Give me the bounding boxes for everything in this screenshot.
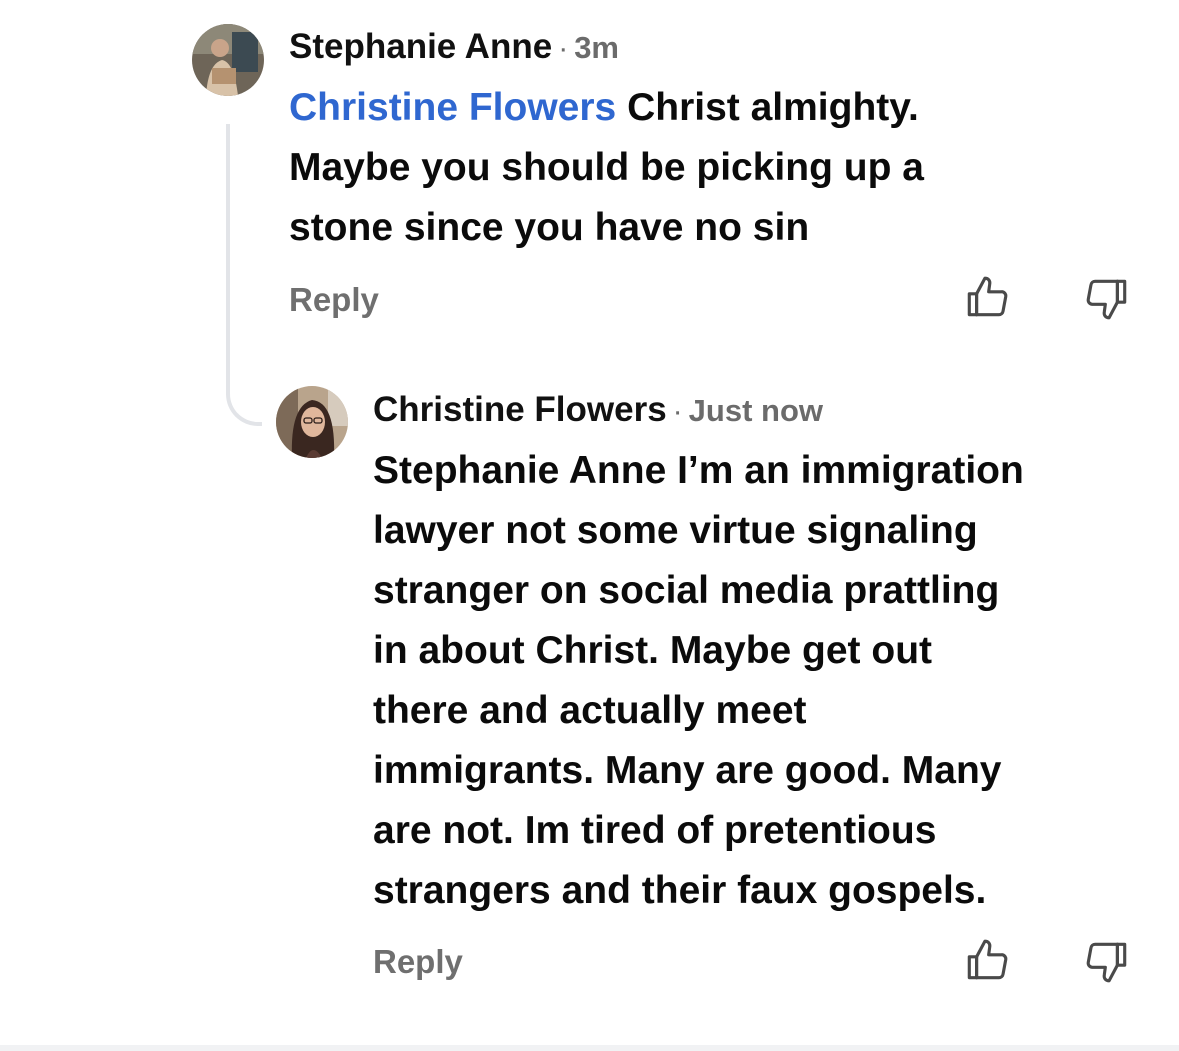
- meta-separator: ·: [672, 395, 683, 428]
- comment-meta: Stephanie Anne · 3m: [289, 29, 619, 64]
- avatar-stephanie-anne[interactable]: [192, 24, 264, 96]
- comment-body: Christine Flowers Christ almighty. Maybe…: [289, 78, 1149, 258]
- thumbs-down-icon[interactable]: [1082, 273, 1132, 323]
- comment-text-line: Maybe you should be picking up a: [289, 146, 924, 189]
- comment-text-line: in about Christ. Maybe get out: [373, 629, 933, 672]
- comment-text-line: are not. Im tired of pretentious: [373, 809, 937, 852]
- comment-timestamp: 3m: [574, 30, 619, 65]
- comment-text-line: there and actually meet: [373, 689, 807, 732]
- comment-author[interactable]: Stephanie Anne: [289, 27, 552, 66]
- comment-text-line: strangers and their faux gospels.: [373, 869, 987, 912]
- meta-separator: ·: [558, 32, 569, 65]
- bottom-divider: [0, 1045, 1179, 1051]
- comment-text-line: Stephanie Anne I’m an immigration: [373, 449, 1024, 492]
- comment-text-line: lawyer not some virtue signaling: [373, 509, 978, 552]
- thumbs-up-icon[interactable]: [962, 273, 1012, 323]
- avatar-christine-flowers[interactable]: [276, 386, 348, 458]
- comment-text-line: immigrants. Many are good. Many: [373, 749, 1002, 792]
- thumbs-down-icon[interactable]: [1082, 936, 1132, 986]
- thread-connector-line: [226, 124, 262, 426]
- comment-text-line: stone since you have no sin: [289, 206, 810, 249]
- comment-timestamp: Just now: [688, 393, 824, 428]
- comment-text-line: Christ almighty.: [627, 86, 919, 129]
- comment-body: Stephanie Anne I’m an immigration lawyer…: [373, 441, 1163, 921]
- mention-link[interactable]: Christine Flowers: [289, 86, 616, 129]
- thumbs-up-icon[interactable]: [962, 936, 1012, 986]
- comment-text-line: stranger on social media prattling: [373, 569, 1000, 612]
- reply-button[interactable]: Reply: [289, 281, 379, 319]
- comment-author[interactable]: Christine Flowers: [373, 390, 667, 429]
- comment-meta: Christine Flowers · Just now: [373, 392, 823, 427]
- reply-button[interactable]: Reply: [373, 943, 463, 981]
